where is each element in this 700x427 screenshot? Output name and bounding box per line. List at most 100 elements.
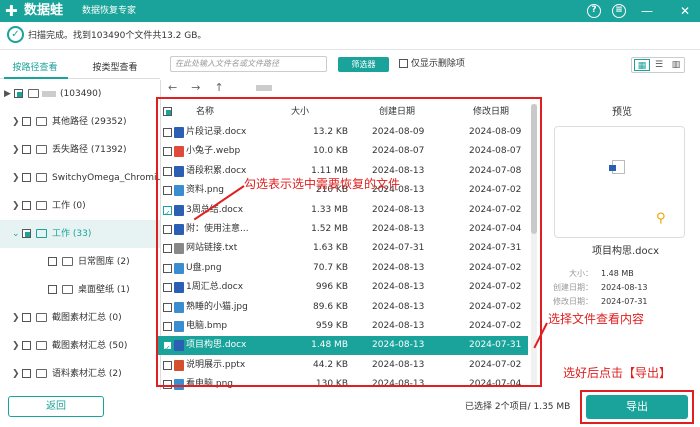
- tree-item[interactable]: ❯ 截图素材汇总 (0): [0, 304, 160, 332]
- folder-icon: [36, 145, 47, 154]
- annotation-check-hint: 勾选表示选中需要恢复的文件: [244, 177, 401, 191]
- logo-icon: ✚: [5, 2, 18, 20]
- tree-item[interactable]: ❯ 语料素材汇总 (2): [0, 360, 160, 388]
- tree-item-checkbox[interactable]: [22, 313, 31, 322]
- preview-size: 1.48 MB: [601, 269, 634, 278]
- tree-item[interactable]: ❯ SwitchyOmega_Chromium: [0, 164, 160, 192]
- tree-item[interactable]: ❯ 丢失路径 (71392): [0, 136, 160, 164]
- folder-icon: [62, 285, 73, 294]
- zoom-icon[interactable]: ⚲: [656, 212, 666, 226]
- title-bar: ✚ 数据蛙 数据恢复专家 ? ≡ — ✕: [0, 0, 700, 22]
- tree-item-label: (103490): [60, 89, 102, 99]
- detail-view-icon[interactable]: ▥: [668, 59, 684, 71]
- folder-tree: ▶ (103490) ❯ 其他路径 (29352) ❯ 丢失路径 (71392) ❯ Swit…: [0, 80, 160, 388]
- back-button[interactable]: 返回: [8, 396, 104, 417]
- tree-item[interactable]: ❯ 工作 (0): [0, 192, 160, 220]
- tree-item-label: 其他路径 (29352): [52, 117, 127, 127]
- chevron-right-icon[interactable]: ❯: [12, 360, 20, 388]
- close-icon[interactable]: ✕: [678, 4, 692, 18]
- tree-item[interactable]: ❯ 其他路径 (29352): [0, 108, 160, 136]
- annotation-file-list-box: [156, 97, 542, 387]
- tree-item-checkbox[interactable]: [22, 229, 31, 238]
- help-icon[interactable]: ?: [587, 4, 601, 18]
- tree-item-checkbox[interactable]: [22, 369, 31, 378]
- check-circle-icon: ✓: [7, 26, 24, 43]
- folder-icon: [36, 313, 47, 322]
- tab-by-path[interactable]: 按路径查看: [0, 61, 70, 75]
- up-arrow-icon[interactable]: ↑: [214, 81, 223, 94]
- folder-icon: [28, 89, 39, 98]
- tree-item-checkbox[interactable]: [22, 145, 31, 154]
- tree-item[interactable]: 日常图库 (2): [0, 248, 160, 276]
- chevron-right-icon[interactable]: ❯: [12, 304, 20, 332]
- preview-file-name: 项目构思.docx: [592, 246, 660, 257]
- tree-item-label: 桌面壁纸 (1): [78, 285, 130, 295]
- tree-item-checkbox[interactable]: [48, 285, 57, 294]
- folder-icon: [36, 117, 47, 126]
- tree-item-label: 日常图库 (2): [78, 257, 130, 267]
- tree-item-checkbox[interactable]: [48, 257, 57, 266]
- list-view-icon[interactable]: ☰: [651, 59, 667, 71]
- tree-item-label: 语料素材汇总 (2): [52, 369, 122, 379]
- tree-item-label: 截图素材汇总 (50): [52, 341, 128, 351]
- chevron-right-icon[interactable]: ▶: [4, 80, 11, 108]
- forward-arrow-icon[interactable]: →: [191, 81, 200, 94]
- view-tabs: 按路径查看 按类型查看: [0, 57, 160, 79]
- preview-title: 预览: [612, 107, 632, 118]
- active-tab-indicator: [4, 77, 68, 79]
- folder-icon: [36, 341, 47, 350]
- chevron-down-icon[interactable]: ⌄: [12, 220, 20, 248]
- search-input[interactable]: 在此处输入文件名或文件路径: [170, 56, 327, 72]
- tree-item-label: 丢失路径 (71392): [52, 145, 127, 155]
- only-deleted-toggle[interactable]: 仅显示删除项: [399, 58, 465, 71]
- preview-created-label: 创建日期：: [553, 283, 593, 292]
- tab-by-type[interactable]: 按类型查看: [80, 61, 150, 75]
- tree-item-label: 截图素材汇总 (0): [52, 313, 122, 323]
- only-deleted-checkbox[interactable]: [399, 59, 408, 68]
- folder-icon: [62, 257, 73, 266]
- scan-status-text: 扫描完成。找到103490个文件共13.2 GB。: [28, 31, 207, 41]
- tree-item[interactable]: ▶ (103490): [0, 80, 160, 108]
- annotation-select-hint: 选择文件查看内容: [548, 312, 645, 326]
- chevron-right-icon[interactable]: ❯: [12, 332, 20, 360]
- word-doc-icon: [609, 160, 625, 174]
- tree-item-checkbox[interactable]: [22, 173, 31, 182]
- chevron-right-icon[interactable]: ❯: [12, 164, 20, 192]
- preview-size-label: 大小：: [569, 269, 593, 278]
- tree-item-checkbox[interactable]: [22, 201, 31, 210]
- preview-created: 2024-08-13: [601, 283, 648, 292]
- chevron-right-icon[interactable]: ❯: [12, 192, 20, 220]
- folder-icon: [36, 173, 47, 182]
- tree-item-checkbox[interactable]: [14, 89, 23, 98]
- chevron-right-icon[interactable]: ❯: [12, 108, 20, 136]
- grid-view-icon[interactable]: ▦: [634, 59, 650, 71]
- drive-name-redacted: [42, 91, 56, 97]
- back-arrow-icon[interactable]: ←: [168, 81, 177, 94]
- tree-item-label: SwitchyOmega_Chromium: [52, 173, 160, 183]
- tree-item[interactable]: 桌面壁纸 (1): [0, 276, 160, 304]
- tree-item[interactable]: ⌄ 工作 (33): [0, 220, 160, 248]
- annotation-export-hint: 选好后点击【导出】: [563, 366, 672, 380]
- menu-icon[interactable]: ≡: [612, 4, 626, 18]
- tree-item-checkbox[interactable]: [22, 341, 31, 350]
- only-deleted-label: 仅显示删除项: [410, 59, 465, 69]
- chevron-right-icon[interactable]: ❯: [12, 136, 20, 164]
- app-brand: 数据蛙: [24, 3, 64, 18]
- tree-item-label: 工作 (0): [52, 201, 86, 211]
- filter-button[interactable]: 筛选器: [338, 57, 389, 72]
- scan-status-bar: ✓ 扫描完成。找到103490个文件共13.2 GB。: [0, 22, 700, 50]
- tree-item[interactable]: ❯ 截图素材汇总 (50): [0, 332, 160, 360]
- path-navigation: ← → ↑: [168, 80, 238, 96]
- export-button[interactable]: 导出: [586, 395, 688, 419]
- selection-summary: 已选择 2个项目/ 1.35 MB: [465, 402, 571, 412]
- preview-modified-label: 修改日期：: [553, 297, 593, 306]
- folder-icon: [36, 369, 47, 378]
- current-path: [256, 85, 272, 91]
- tree-item-label: 工作 (33): [52, 229, 92, 239]
- folder-icon: [36, 229, 47, 238]
- tree-item-checkbox[interactable]: [22, 117, 31, 126]
- preview-modified: 2024-07-31: [601, 297, 648, 306]
- folder-icon: [36, 201, 47, 210]
- view-mode-switch: ▦ ☰ ▥: [631, 57, 685, 73]
- minimize-icon[interactable]: —: [640, 4, 654, 18]
